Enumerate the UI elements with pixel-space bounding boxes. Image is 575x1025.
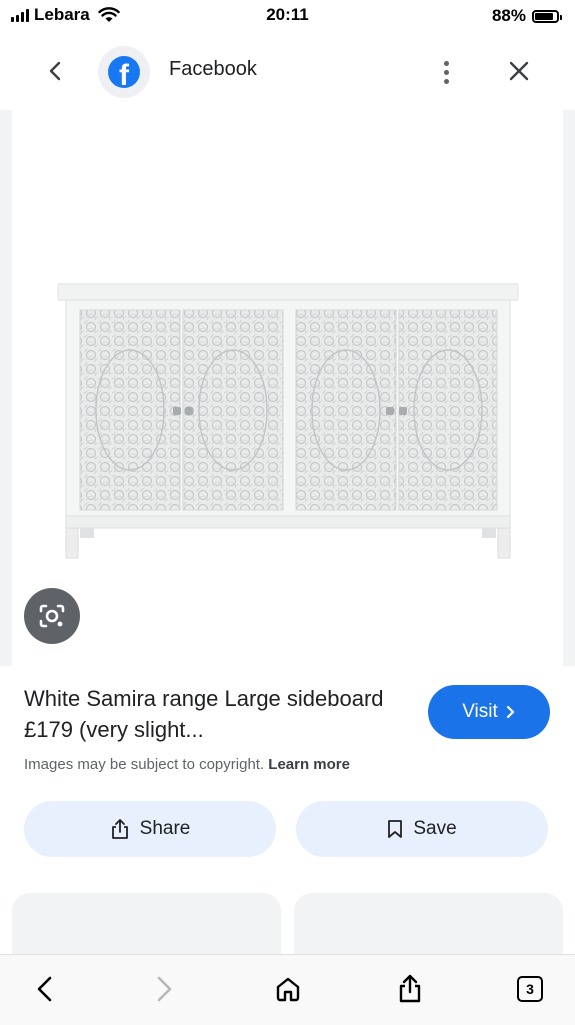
share-icon	[111, 819, 128, 839]
result-header: f Facebook	[0, 34, 575, 110]
browser-back-button[interactable]	[24, 969, 64, 1009]
chevron-left-icon	[49, 61, 61, 81]
tabs-button[interactable]: 3	[510, 969, 550, 1009]
chevron-left-icon	[37, 976, 52, 1002]
browser-forward-button[interactable]	[145, 969, 185, 1009]
bookmark-icon	[388, 820, 403, 838]
image-preview[interactable]	[0, 110, 575, 666]
save-label: Save	[413, 818, 457, 839]
learn-more-link[interactable]: Learn more	[268, 756, 350, 773]
sideboard-image	[57, 283, 519, 559]
chevron-right-icon	[157, 976, 172, 1002]
status-time: 20:11	[266, 5, 309, 24]
battery-percent: 88%	[491, 6, 526, 25]
close-icon	[509, 61, 529, 81]
related-result-card[interactable]	[12, 893, 281, 963]
copyright-text: Images may be subject to copyright.	[24, 756, 265, 773]
back-button[interactable]	[38, 54, 72, 88]
copyright-notice: Images may be subject to copyright. Lear…	[24, 756, 350, 773]
battery-indicator: 88%	[491, 6, 562, 26]
lens-search-button[interactable]	[24, 588, 80, 644]
browser-share-button[interactable]	[390, 969, 430, 1009]
close-button[interactable]	[502, 54, 536, 88]
more-options-icon[interactable]	[430, 56, 462, 88]
share-icon	[399, 974, 421, 1003]
google-lens-icon	[39, 604, 65, 628]
home-icon	[276, 977, 300, 1002]
save-button[interactable]: Save	[296, 801, 548, 857]
home-button[interactable]	[268, 969, 308, 1009]
site-name[interactable]: Facebook	[169, 58, 257, 81]
site-favicon[interactable]: f	[98, 46, 150, 98]
related-result-card[interactable]	[294, 893, 563, 963]
tab-count: 3	[517, 976, 543, 1002]
visit-button[interactable]: Visit	[428, 685, 550, 739]
status-bar: Lebara 20:11 88%	[0, 0, 575, 34]
browser-toolbar: 3	[0, 954, 575, 1025]
share-button[interactable]: Share	[24, 801, 276, 857]
visit-label: Visit	[462, 701, 498, 722]
battery-icon	[532, 9, 562, 23]
result-title[interactable]: White Samira range Large sideboard £179 …	[24, 683, 404, 745]
facebook-logo-icon: f	[108, 56, 140, 88]
chevron-right-icon	[506, 705, 514, 719]
share-label: Share	[139, 818, 191, 839]
